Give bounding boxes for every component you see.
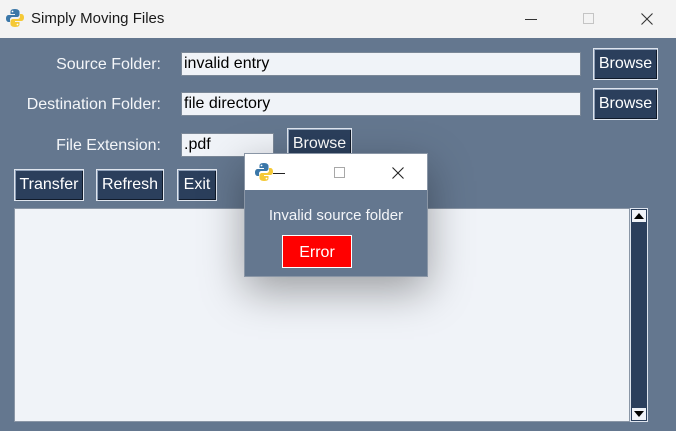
close-icon — [641, 13, 653, 25]
close-button[interactable] — [618, 0, 676, 38]
window-title: Simply Moving Files — [31, 10, 165, 27]
error-dialog: Invalid source folder Error — [244, 153, 428, 277]
transfer-button[interactable]: Transfer — [14, 169, 84, 201]
close-icon — [392, 167, 404, 179]
arrow-down-icon — [634, 411, 644, 417]
file-extension-label: File Extension: — [56, 137, 161, 154]
scroll-up-button[interactable] — [632, 210, 646, 222]
dialog-title-bar — [245, 154, 427, 190]
destination-folder-label: Destination Folder: — [26, 96, 161, 113]
maximize-button[interactable] — [560, 0, 618, 38]
maximize-icon — [334, 167, 345, 178]
scroll-down-button[interactable] — [632, 408, 646, 420]
destination-browse-button[interactable]: Browse — [593, 88, 658, 120]
source-folder-label: Source Folder: — [56, 56, 161, 73]
python-icon — [255, 163, 273, 181]
dialog-minimize-button[interactable] — [273, 166, 285, 184]
error-message: Invalid source folder — [268, 207, 404, 224]
title-bar: Simply Moving Files — [0, 0, 676, 38]
minimize-button[interactable] — [502, 0, 560, 38]
dialog-close-button[interactable] — [392, 166, 404, 184]
minimize-icon — [273, 173, 285, 174]
python-icon — [6, 9, 24, 27]
arrow-up-icon — [634, 213, 644, 219]
minimize-icon — [525, 19, 537, 20]
log-scrollbar[interactable] — [630, 208, 648, 422]
exit-button[interactable]: Exit — [177, 169, 217, 201]
maximize-icon — [583, 13, 594, 24]
error-button[interactable]: Error — [282, 235, 352, 268]
main-window: Simply Moving Files Source Folder: Brows… — [0, 0, 676, 431]
dialog-maximize-button[interactable] — [334, 166, 346, 184]
source-folder-input[interactable] — [181, 52, 581, 76]
destination-folder-input[interactable] — [181, 92, 581, 116]
refresh-button[interactable]: Refresh — [96, 169, 164, 201]
source-browse-button[interactable]: Browse — [593, 48, 658, 80]
